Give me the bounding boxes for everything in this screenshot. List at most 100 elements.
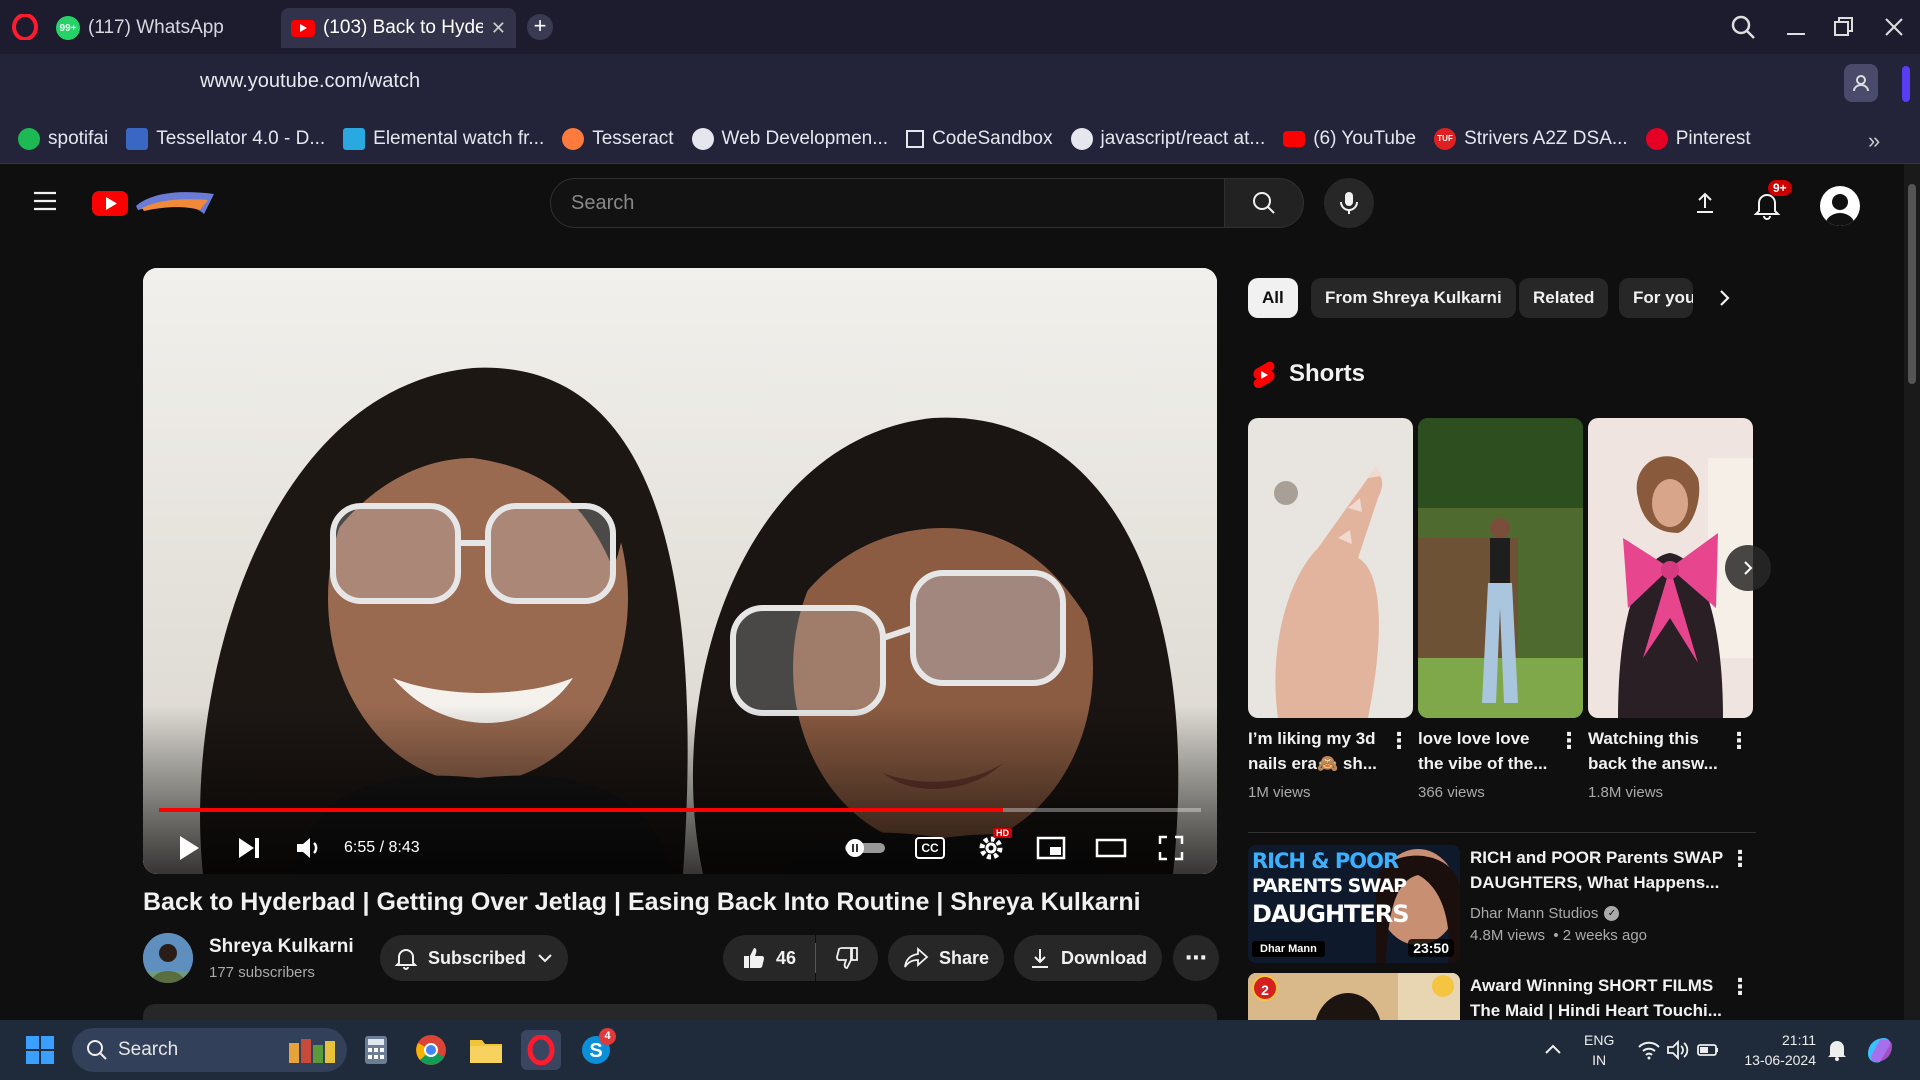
video-player[interactable]: 6:55 / 8:43 CC HD <box>143 268 1217 874</box>
recommendation-thumbnail-2[interactable]: 2 <box>1248 973 1460 1020</box>
opera-logo-icon[interactable] <box>12 14 38 40</box>
short-menu-icon[interactable]: ⋮ <box>1558 730 1580 758</box>
chip-from-channel[interactable]: From Shreya Kulkarni <box>1311 278 1516 318</box>
thumbs-up-icon <box>743 948 764 968</box>
bookmark-pinterest[interactable]: Pinterest <box>1645 127 1751 150</box>
taskbar-search-label: Search <box>118 1039 179 1060</box>
theater-mode-button[interactable] <box>1093 830 1129 866</box>
tab-youtube-active[interactable]: (103) Back to Hyderb ✕ <box>281 8 516 48</box>
microphone-icon <box>1340 192 1358 214</box>
tray-overflow-icon[interactable] <box>1542 1038 1564 1060</box>
bookmark-tesseract[interactable]: Tesseract <box>562 127 674 150</box>
new-tab-button[interactable]: + <box>527 14 553 40</box>
next-button[interactable] <box>231 830 267 866</box>
miniplayer-button[interactable] <box>1033 830 1069 866</box>
recommendation-menu-icon[interactable]: ⋮ <box>1729 848 1751 876</box>
upload-icon[interactable] <box>1692 190 1718 216</box>
youtube-logo-icon[interactable] <box>92 188 222 218</box>
scrollbar-thumb[interactable] <box>1908 184 1916 384</box>
short-thumbnail-1[interactable] <box>1248 418 1413 718</box>
restore-icon[interactable] <box>1831 14 1857 40</box>
short-menu-icon[interactable]: ⋮ <box>1728 730 1750 758</box>
more-actions-button[interactable]: ⋯ <box>1173 935 1219 981</box>
wifi-icon[interactable] <box>1637 1038 1661 1062</box>
description-box[interactable] <box>143 1004 1217 1020</box>
url-field[interactable]: www.youtube.com/watch <box>200 70 420 93</box>
webdev-icon <box>691 127 714 150</box>
recommendation-thumbnail-1[interactable]: RICH & POOR PARENTS SWAP DAUGHTERS Dhar … <box>1248 845 1460 963</box>
play-button[interactable] <box>171 830 207 866</box>
menu-icon[interactable] <box>32 190 58 212</box>
profile-button[interactable] <box>1844 64 1878 102</box>
search-icon <box>1253 192 1275 214</box>
clock[interactable]: 21:11 13-06-2024 <box>1736 1030 1816 1070</box>
shorts-next-button[interactable] <box>1725 545 1771 591</box>
fullscreen-button[interactable] <box>1153 830 1189 866</box>
calculator-icon[interactable] <box>356 1030 396 1070</box>
chip-for-you[interactable]: For you <box>1619 278 1693 318</box>
channel-avatar[interactable] <box>143 933 193 983</box>
taskbar-search[interactable]: Search <box>72 1028 347 1072</box>
skype-icon[interactable]: S 4 <box>576 1028 616 1070</box>
progress-bar[interactable] <box>159 808 1201 812</box>
bookmark-youtube[interactable]: (6) YouTube <box>1283 128 1416 150</box>
search-tabs-icon[interactable] <box>1730 14 1756 40</box>
recommendation-title-2[interactable]: Award Winning SHORT FILMS The Maid | Hin… <box>1470 973 1740 1020</box>
search-placeholder: Search <box>571 191 635 214</box>
bookmark-elemental[interactable]: Elemental watch fr... <box>343 127 544 150</box>
speaker-icon[interactable] <box>1666 1038 1690 1062</box>
voice-search-button[interactable] <box>1324 178 1374 228</box>
file-explorer-icon[interactable] <box>466 1030 506 1070</box>
chip-all[interactable]: All <box>1248 278 1298 318</box>
channel-name[interactable]: Shreya Kulkarni <box>209 936 354 958</box>
captions-button[interactable]: CC <box>913 830 947 866</box>
search-input[interactable]: Search <box>550 178 1225 228</box>
bookmark-codesandbox[interactable]: CodeSandbox <box>906 128 1053 150</box>
page-scrollbar[interactable] <box>1904 164 1920 1020</box>
copilot-icon[interactable] <box>1864 1034 1896 1066</box>
tab-whatsapp[interactable]: 99+ (117) WhatsApp <box>46 8 276 48</box>
dislike-button[interactable] <box>816 935 878 981</box>
short-thumbnail-2[interactable] <box>1418 418 1583 718</box>
short-menu-icon[interactable]: ⋮ <box>1388 730 1410 758</box>
minimize-icon[interactable] <box>1783 14 1809 40</box>
short-title-2[interactable]: love love love the vibe of the... <box>1418 726 1556 776</box>
autoplay-toggle[interactable] <box>843 830 887 866</box>
tuf-icon: TUF <box>1434 127 1457 150</box>
settings-button[interactable]: HD <box>973 828 1012 866</box>
chips-next-icon[interactable] <box>1712 284 1738 312</box>
language-indicator[interactable]: ENG IN <box>1584 1030 1614 1070</box>
bookmark-webdev[interactable]: Web Developmen... <box>691 127 888 150</box>
bookmark-striver[interactable]: TUF Strivers A2Z DSA... <box>1434 127 1628 150</box>
thumb-line-1: RICH & POOR <box>1252 849 1399 873</box>
close-window-icon[interactable] <box>1881 14 1907 40</box>
download-icon <box>1032 949 1048 968</box>
bookmarks-overflow-icon[interactable]: » <box>1868 128 1880 154</box>
chrome-icon[interactable] <box>411 1030 451 1070</box>
recommendation-title-1[interactable]: RICH and POOR Parents SWAP DAUGHTERS, Wh… <box>1470 845 1740 895</box>
battery-icon[interactable] <box>1696 1038 1720 1062</box>
progress-fill <box>159 808 1004 812</box>
download-button[interactable]: Download <box>1014 935 1162 981</box>
volume-button[interactable] <box>291 830 327 866</box>
avatar[interactable] <box>1820 186 1860 226</box>
short-title-1[interactable]: I’m liking my 3d nails era🙈 sh... <box>1248 726 1386 776</box>
bookmark-spotifai[interactable]: spotifai <box>18 127 108 150</box>
share-button[interactable]: Share <box>888 935 1004 981</box>
video-frame <box>143 268 1217 874</box>
search-button[interactable] <box>1224 178 1304 228</box>
tab-close-icon[interactable]: ✕ <box>491 18 506 39</box>
windows-start-icon[interactable] <box>20 1030 60 1070</box>
recommendation-channel-1[interactable]: Dhar Mann Studios ✓ <box>1470 905 1620 922</box>
chip-related[interactable]: Related <box>1519 278 1609 318</box>
like-button[interactable]: 46 <box>723 935 815 981</box>
notification-center-icon[interactable] <box>1826 1038 1848 1062</box>
short-title-3[interactable]: Watching this back the answ... <box>1588 726 1726 776</box>
notifications-button[interactable]: 9+ <box>1752 180 1792 222</box>
bookmark-tessellator[interactable]: Tessellator 4.0 - D... <box>126 127 325 150</box>
opera-taskbar-icon[interactable] <box>521 1030 561 1070</box>
recommendation-menu-icon[interactable]: ⋮ <box>1729 976 1751 1004</box>
whatsapp-badge: 99+ <box>59 22 77 34</box>
bookmark-github[interactable]: javascript/react at... <box>1070 127 1265 150</box>
subscribed-button[interactable]: Subscribed <box>380 935 568 981</box>
